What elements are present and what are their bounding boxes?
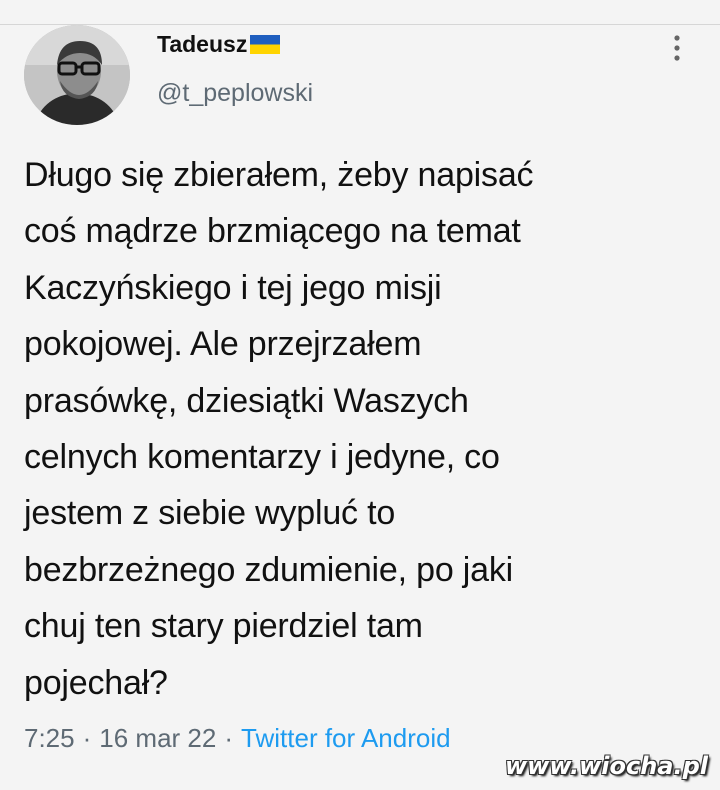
- meta-separator: ·: [82, 723, 92, 753]
- author-name-text: Tadeusz: [157, 31, 248, 57]
- tweet-text: Długo się zbierałem, żeby napisać coś mą…: [24, 156, 534, 702]
- watermark: www.wiocha.pl: [504, 752, 708, 780]
- avatar-photo: [24, 25, 130, 125]
- tweet-time[interactable]: 7:25: [24, 723, 75, 753]
- more-options-icon[interactable]: [670, 33, 684, 63]
- tweet-meta: 7:25 · 16 mar 22 · Twitter for Android: [24, 723, 451, 754]
- tweet-date[interactable]: 16 mar 22: [99, 723, 216, 753]
- ukraine-flag-icon: [250, 35, 281, 54]
- tweet-source-link[interactable]: Twitter for Android: [241, 723, 451, 753]
- top-divider: [0, 24, 720, 25]
- avatar[interactable]: [24, 25, 130, 125]
- meta-separator: ·: [224, 723, 234, 753]
- author-name[interactable]: Tadeusz: [157, 31, 281, 58]
- user-handle[interactable]: @t_peplowski: [157, 79, 313, 108]
